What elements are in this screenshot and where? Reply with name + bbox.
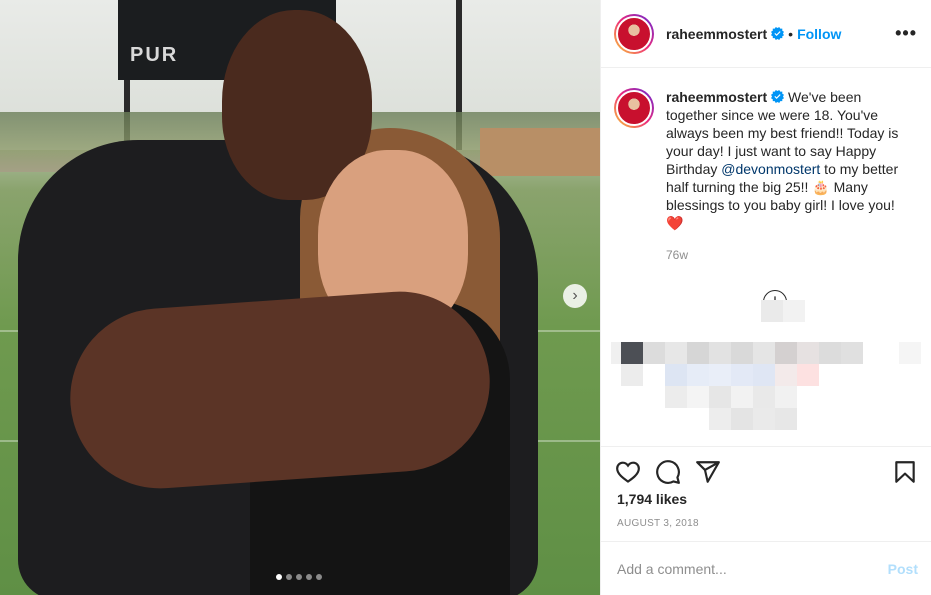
blur-cell: [797, 364, 819, 386]
blur-cell: [611, 342, 621, 364]
comment-input[interactable]: [617, 560, 888, 577]
blur-cell: [731, 342, 753, 364]
blur-cell: [775, 408, 797, 430]
carousel-dot: [296, 574, 302, 580]
caption-mention[interactable]: @devonmostert: [721, 161, 820, 177]
carousel-dot: [276, 574, 282, 580]
caption: raheemmostert We've been together since …: [666, 88, 915, 264]
carousel-next-button[interactable]: ›: [563, 284, 587, 308]
blur-cell: [709, 342, 731, 364]
post-comment-button[interactable]: Post: [888, 561, 918, 577]
photo-man-arm: [64, 285, 496, 495]
caption-username[interactable]: raheemmostert: [666, 89, 767, 105]
blur-cell: [753, 364, 775, 386]
blur-cell: [841, 342, 863, 364]
verified-badge-icon: [771, 90, 785, 103]
blur-cell: [687, 364, 709, 386]
blur-cell: [665, 342, 687, 364]
comment-icon[interactable]: [655, 459, 681, 485]
blur-cell: [621, 342, 643, 364]
blur-cell: [731, 364, 753, 386]
blur-cell: [761, 300, 783, 322]
comment-bar: Post: [601, 541, 931, 595]
post-date: AUGUST 3, 2018: [617, 518, 699, 529]
photo-building: [480, 128, 600, 176]
blur-cell: [775, 364, 797, 386]
carousel-dot: [316, 574, 322, 580]
blur-cell: [709, 364, 731, 386]
blur-cell: [753, 408, 775, 430]
blur-cell: [621, 364, 643, 386]
post-photo[interactable]: PUR ›: [0, 0, 600, 595]
photo-scoreboard-text: PUR: [130, 44, 179, 66]
blur-cell: [687, 386, 709, 408]
blur-cell: [899, 342, 921, 364]
heart-icon[interactable]: [615, 459, 641, 485]
instagram-post: PUR › raheemmostert • Follow ••• raheemm…: [0, 0, 931, 595]
carousel-indicator: [276, 574, 322, 580]
blur-cell: [709, 408, 731, 430]
header-username[interactable]: raheemmostert: [666, 26, 767, 42]
blur-cell: [775, 386, 797, 408]
blur-cell: [731, 408, 753, 430]
post-actions: [601, 446, 931, 485]
blur-cell: [753, 386, 775, 408]
blur-cell: [775, 342, 797, 364]
blur-cell: [753, 342, 775, 364]
caption-block: raheemmostert We've been together since …: [601, 68, 931, 264]
blur-cell: [665, 386, 687, 408]
blur-cell: [783, 300, 805, 322]
blur-cell: [709, 386, 731, 408]
carousel-dot: [306, 574, 312, 580]
post-side-panel: raheemmostert • Follow ••• raheemmostert…: [600, 0, 931, 595]
avatar[interactable]: [614, 88, 654, 128]
follow-button[interactable]: Follow: [797, 26, 841, 42]
avatar[interactable]: [614, 13, 654, 54]
caption-time-ago: 76w: [666, 248, 689, 262]
avatar-image: [616, 90, 652, 126]
blur-cell: [665, 364, 687, 386]
blur-cell: [819, 342, 841, 364]
post-header: raheemmostert • Follow •••: [601, 0, 931, 68]
blur-cell: [687, 342, 709, 364]
verified-badge-icon: [771, 27, 785, 40]
more-options-icon[interactable]: •••: [895, 23, 917, 44]
share-icon[interactable]: [695, 459, 721, 485]
blur-cell: [797, 342, 819, 364]
blur-cell: [731, 386, 753, 408]
header-separator: •: [788, 25, 794, 42]
likes-count[interactable]: 1,794 likes: [617, 491, 687, 507]
avatar-image: [616, 15, 652, 52]
bookmark-icon[interactable]: [892, 459, 918, 485]
carousel-dot: [286, 574, 292, 580]
blur-cell: [643, 342, 665, 364]
